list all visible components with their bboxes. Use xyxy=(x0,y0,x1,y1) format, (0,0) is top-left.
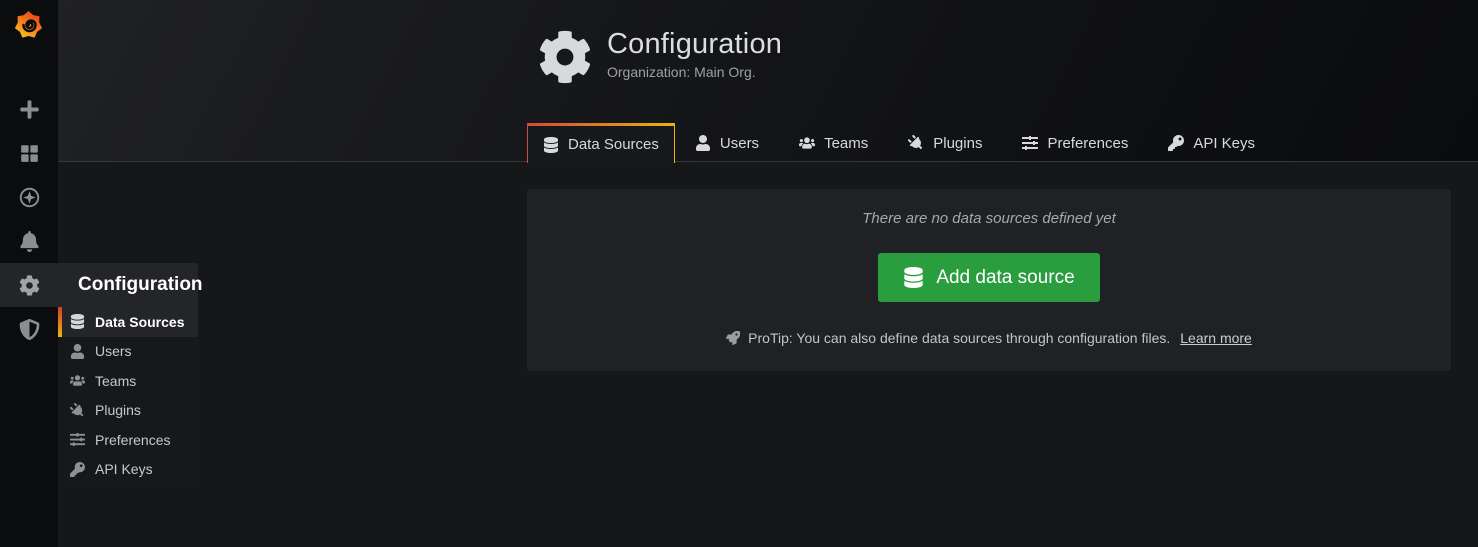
tab-label: API Keys xyxy=(1193,135,1255,152)
flyout-title: Configuration xyxy=(58,263,198,307)
sidebar-item-configuration[interactable] xyxy=(0,263,58,307)
users-icon xyxy=(799,135,815,151)
tab-preferences[interactable]: Preferences xyxy=(1002,123,1148,163)
tab-label: Data Sources xyxy=(568,136,659,153)
user-icon xyxy=(695,135,711,151)
add-data-source-button[interactable]: Add data source xyxy=(878,253,1099,302)
tab-data-sources[interactable]: Data Sources xyxy=(527,123,675,163)
key-icon xyxy=(1168,135,1184,151)
rocket-icon xyxy=(726,331,740,345)
config-tabs: Data Sources Users Teams Plugins Prefere… xyxy=(527,123,1275,163)
tab-api-keys[interactable]: API Keys xyxy=(1148,123,1275,163)
database-icon xyxy=(70,314,85,329)
flyout-item-label: Data Sources xyxy=(95,314,184,330)
sidebar-item-alerting[interactable] xyxy=(0,219,58,263)
grafana-logo[interactable] xyxy=(0,0,58,40)
page-title: Configuration xyxy=(607,28,782,61)
tab-label: Users xyxy=(720,135,759,152)
flyout-item-label: Preferences xyxy=(95,432,170,448)
database-icon xyxy=(903,267,924,288)
tab-label: Teams xyxy=(824,135,868,152)
key-icon xyxy=(70,462,85,477)
sidebar-item-explore[interactable] xyxy=(0,175,58,219)
empty-state-message: There are no data sources defined yet xyxy=(862,210,1116,227)
learn-more-link[interactable]: Learn more xyxy=(1180,330,1252,346)
page-header-titles: Configuration Organization: Main Org. xyxy=(607,28,782,86)
dashboards-icon xyxy=(19,143,40,164)
page-subtitle: Organization: Main Org. xyxy=(607,64,782,80)
sidebar-item-server-admin[interactable] xyxy=(0,307,58,351)
flyout-item-label: API Keys xyxy=(95,461,153,477)
flyout-item-api-keys[interactable]: API Keys xyxy=(58,455,198,485)
flyout-item-label: Users xyxy=(95,343,132,359)
plug-icon xyxy=(905,132,928,155)
sliders-icon xyxy=(70,432,85,447)
side-menu xyxy=(0,0,58,547)
flyout-item-label: Teams xyxy=(95,373,136,389)
bell-icon xyxy=(19,231,40,252)
tab-plugins[interactable]: Plugins xyxy=(888,123,1002,163)
gear-icon xyxy=(19,275,40,296)
shield-icon xyxy=(19,319,40,340)
flyout-item-label: Plugins xyxy=(95,402,141,418)
flyout-item-users[interactable]: Users xyxy=(58,337,198,367)
protip: ProTip: You can also define data sources… xyxy=(726,330,1252,346)
sidebar-item-create[interactable] xyxy=(0,87,58,131)
user-icon xyxy=(70,344,85,359)
tab-label: Plugins xyxy=(933,135,982,152)
sidebar-item-dashboards[interactable] xyxy=(0,131,58,175)
configuration-flyout: Configuration Data Sources Users Teams P… xyxy=(58,263,198,484)
flyout-item-teams[interactable]: Teams xyxy=(58,366,198,396)
gear-icon xyxy=(538,28,592,86)
plug-icon xyxy=(67,400,88,421)
users-icon xyxy=(70,373,85,388)
compass-icon xyxy=(19,187,40,208)
data-sources-panel: There are no data sources defined yet Ad… xyxy=(527,189,1451,371)
tab-users[interactable]: Users xyxy=(675,123,779,163)
database-icon xyxy=(543,137,559,153)
tab-teams[interactable]: Teams xyxy=(779,123,888,163)
page-header: Configuration Organization: Main Org. xyxy=(538,28,782,86)
flyout-item-data-sources[interactable]: Data Sources xyxy=(58,307,198,337)
plus-icon xyxy=(19,99,40,120)
sliders-icon xyxy=(1022,135,1038,151)
protip-text: ProTip: You can also define data sources… xyxy=(748,330,1170,346)
add-data-source-label: Add data source xyxy=(936,267,1074,289)
tab-label: Preferences xyxy=(1047,135,1128,152)
flyout-item-preferences[interactable]: Preferences xyxy=(58,425,198,455)
flyout-item-plugins[interactable]: Plugins xyxy=(58,396,198,426)
side-menu-items xyxy=(0,87,58,351)
